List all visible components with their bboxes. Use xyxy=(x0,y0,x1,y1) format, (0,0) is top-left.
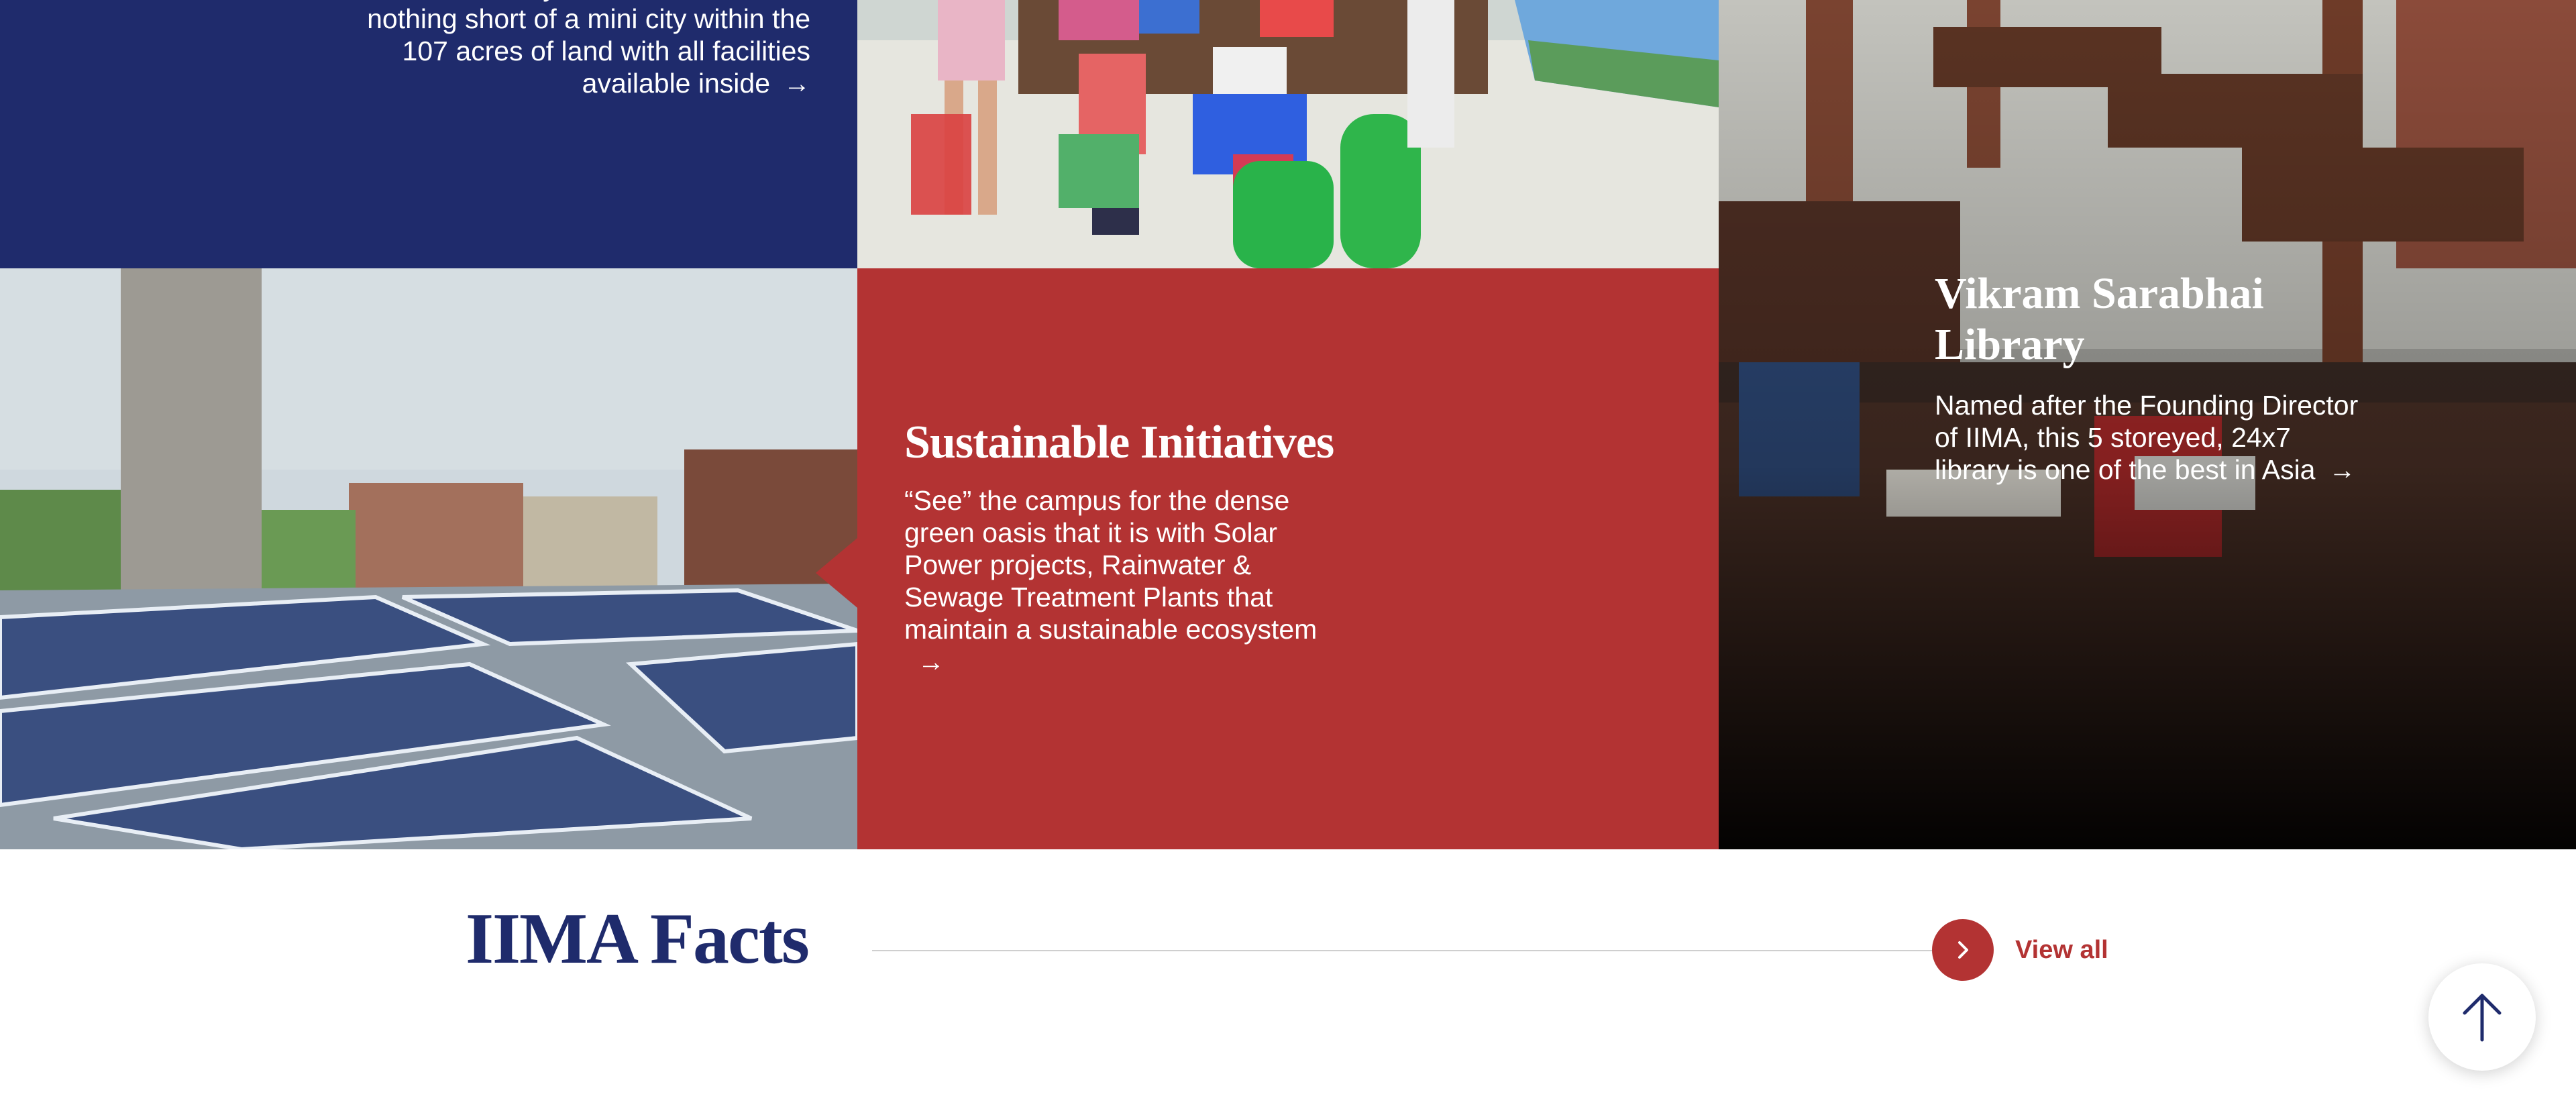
library-link[interactable]: Named after the Founding Director of IIM… xyxy=(1935,389,2371,486)
view-all-label: View all xyxy=(2015,935,2108,964)
arrow-up-icon xyxy=(2463,994,2502,1042)
sustainable-initiatives-tile: Sustainable Initiatives “See” the campus… xyxy=(857,268,1719,849)
chevron-right-icon xyxy=(1958,941,1968,959)
arrow-right-icon: → xyxy=(918,647,945,677)
facts-title: IIMA Facts xyxy=(466,899,810,979)
arrow-right-icon: → xyxy=(2328,456,2356,485)
library-tile: Vikram Sarabhai Library Named after the … xyxy=(1719,0,2576,849)
sustainable-description: “See” the campus for the dense green oas… xyxy=(904,485,1318,645)
sustainable-link[interactable]: “See” the campus for the dense green oas… xyxy=(904,484,1334,678)
school-photo xyxy=(857,0,1719,268)
library-description: Named after the Founding Director of IIM… xyxy=(1935,390,2359,485)
tile-pointer xyxy=(816,538,857,608)
scroll-to-top-button[interactable] xyxy=(2428,963,2536,1071)
campus-intro-text: IIMA is beyond an Institute - it is noth… xyxy=(367,0,810,99)
campus-intro-tile: IIMA is beyond an Institute - it is noth… xyxy=(0,0,857,268)
view-all-icon-circle xyxy=(1932,919,1994,981)
campus-intro-link[interactable]: IIMA is beyond an Institute - it is noth… xyxy=(341,0,810,100)
library-title: Vikram Sarabhai Library xyxy=(1935,269,2264,369)
arrow-right-icon: → xyxy=(784,69,810,99)
divider xyxy=(872,950,1932,951)
sustainable-title: Sustainable Initiatives xyxy=(904,417,1334,468)
view-all-button[interactable]: View all xyxy=(1932,919,2108,981)
solar-panels-photo xyxy=(0,268,857,849)
